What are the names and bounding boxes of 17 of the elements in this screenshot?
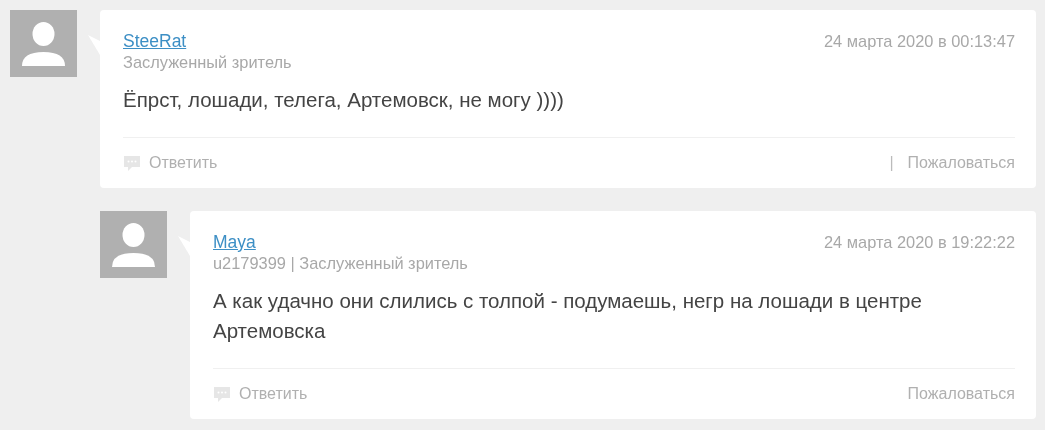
separator: | [889,154,894,172]
comment-date: 24 марта 2020 в 00:13:47 [824,31,1015,52]
avatar [10,10,77,77]
user-status: Заслуженный зритель [123,52,292,72]
comment-text: А как удачно они слились с толпой - подумаешь, негр на лошади в центре Артемовска [213,288,923,344]
reply-link[interactable]: Ответить [213,385,308,403]
avatar [100,211,167,278]
author-link[interactable]: Maya [213,231,256,253]
reply-link[interactable]: Ответить [123,154,218,172]
author-link[interactable]: SteeRat [123,30,187,52]
comment-icon [213,385,231,403]
comment-text: Ёпрст, лошади, телега, Артемовск, не могу )))) [123,87,565,113]
comment-date: 24 марта 2020 в 19:22:22 [824,232,1015,253]
report-link[interactable]: Пожаловаться [907,385,1015,403]
user-status: u2179399 | Заслуженный зритель [213,253,468,273]
comment-icon [123,154,141,172]
report-link[interactable]: Пожаловаться [907,154,1015,172]
